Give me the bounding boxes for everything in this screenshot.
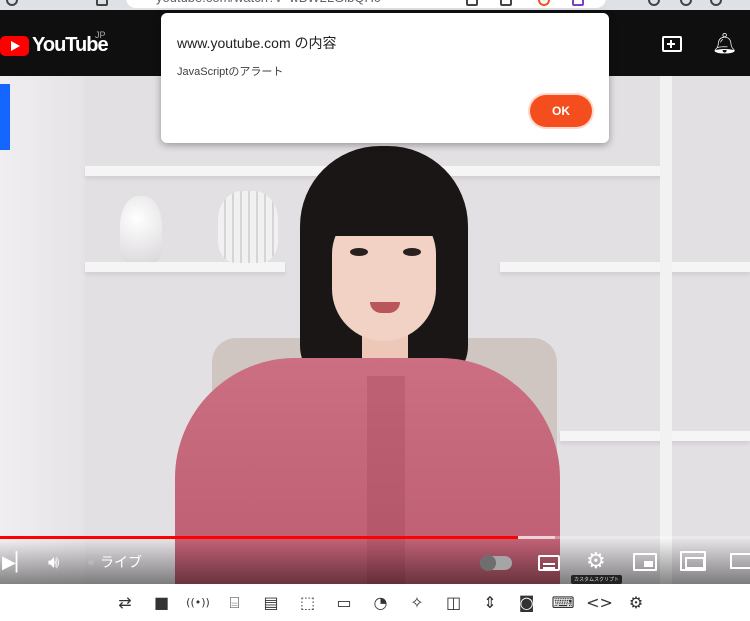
crop-icon[interactable]: ⬚ bbox=[297, 592, 319, 614]
speed-icon[interactable]: ◔ bbox=[370, 592, 392, 614]
sparkle-icon[interactable]: ✧ bbox=[406, 592, 428, 614]
side-tab[interactable] bbox=[0, 84, 10, 150]
film-icon[interactable]: ▤ bbox=[260, 592, 282, 614]
video-left-panel bbox=[0, 76, 85, 584]
country-code: JP bbox=[95, 30, 106, 40]
live-indicator[interactable]: ライブ bbox=[88, 553, 142, 571]
youtube-play-icon bbox=[0, 35, 29, 56]
rewards-icon[interactable] bbox=[572, 0, 584, 6]
extensions-icon[interactable] bbox=[648, 0, 660, 6]
broadcast-icon[interactable]: ((•)) bbox=[186, 592, 210, 614]
shelf bbox=[500, 262, 750, 272]
dialog-title: www.youtube.com の内容 bbox=[177, 35, 337, 51]
frame-icon[interactable]: ▭ bbox=[333, 592, 355, 614]
alert-dialog: www.youtube.com の内容 JavaScriptのアラート OK bbox=[161, 13, 609, 143]
split-icon[interactable]: ◫ bbox=[443, 592, 465, 614]
presenter-eye bbox=[403, 248, 421, 256]
watch-icon[interactable]: ⌸ bbox=[224, 592, 246, 614]
keyboard-icon[interactable]: ⌨ bbox=[551, 592, 574, 614]
fullscreen-icon[interactable] bbox=[730, 553, 750, 569]
loop-icon[interactable]: ⇄ bbox=[114, 592, 136, 614]
miniplayer-icon[interactable] bbox=[633, 553, 657, 571]
wallet-icon[interactable] bbox=[710, 0, 722, 6]
settings-tooltip: カスタムスクリプト bbox=[571, 575, 623, 584]
code-icon[interactable]: <> bbox=[586, 592, 613, 614]
ok-button[interactable]: OK bbox=[530, 95, 592, 127]
bell-icon[interactable]: 🔔︎ bbox=[712, 34, 737, 54]
camera-icon[interactable]: ◙ bbox=[516, 592, 538, 614]
address-bar[interactable]: youtube.com/watch?v=wBW2LGibQHc bbox=[126, 0, 606, 8]
presenter-bangs bbox=[326, 184, 442, 236]
subtitles-icon[interactable] bbox=[538, 555, 560, 571]
reload-icon[interactable] bbox=[6, 0, 18, 6]
share-icon[interactable] bbox=[500, 0, 512, 6]
progress-played bbox=[0, 536, 518, 539]
gear-icon[interactable]: ⚙ bbox=[625, 592, 647, 614]
shelf bbox=[560, 431, 750, 441]
theater-mode-icon[interactable] bbox=[680, 551, 706, 571]
youtube-logo[interactable]: YouTube JP bbox=[0, 30, 109, 57]
shelf bbox=[85, 262, 285, 272]
stop-icon[interactable]: ■ bbox=[151, 592, 173, 614]
browser-chrome: youtube.com/watch?v=wBW2LGibQHc bbox=[0, 0, 750, 10]
compress-icon[interactable]: ⇕ bbox=[479, 592, 501, 614]
dialog-message: JavaScriptのアラート bbox=[177, 66, 284, 78]
shelf-post bbox=[660, 76, 672, 584]
live-label: ライブ bbox=[100, 554, 142, 570]
print-icon[interactable] bbox=[466, 0, 478, 6]
presenter-eye bbox=[350, 248, 368, 256]
autoplay-toggle[interactable] bbox=[480, 555, 512, 571]
bookmark-icon[interactable] bbox=[96, 0, 108, 6]
live-dot bbox=[88, 559, 94, 565]
vase bbox=[120, 196, 162, 262]
next-icon[interactable]: ▶▏ bbox=[2, 551, 30, 573]
video-plus-icon[interactable] bbox=[662, 36, 682, 52]
settings-gear-icon[interactable]: ⚙︎ bbox=[586, 549, 606, 573]
video-player[interactable] bbox=[0, 76, 750, 584]
vase bbox=[218, 191, 278, 263]
media-icon[interactable] bbox=[680, 0, 692, 6]
volume-icon[interactable]: 🔊︎ bbox=[48, 551, 59, 573]
